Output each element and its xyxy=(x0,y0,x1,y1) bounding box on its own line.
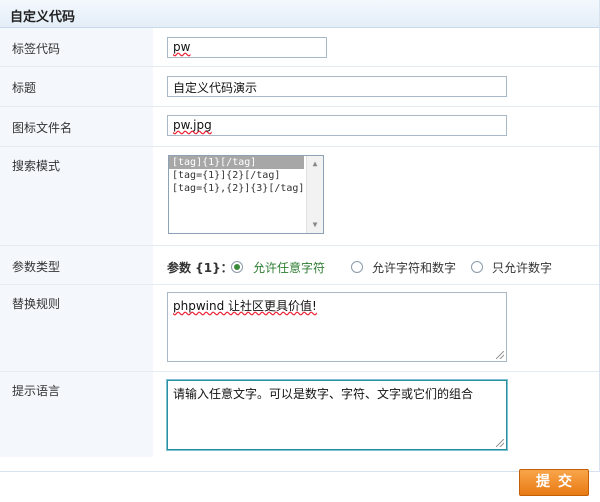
title-input[interactable]: 自定义代码演示 xyxy=(167,76,507,97)
search-mode-option[interactable]: [tag={1}]{2}[/tag] xyxy=(169,169,304,182)
replace-rule-textarea[interactable]: phpwind 让社区更具价值! xyxy=(167,292,507,362)
search-mode-label: 搜索模式 xyxy=(12,159,61,173)
search-mode-listbox[interactable]: [tag]{1}[/tag] [tag={1}]{2}[/tag] [tag={… xyxy=(168,155,324,234)
prompt-text-label: 提示语言 xyxy=(12,384,61,398)
param-type-label: 参数类型 xyxy=(12,260,61,274)
scroll-down-icon[interactable]: ▼ xyxy=(308,218,322,232)
radio-numeric-label[interactable]: 只允许数字 xyxy=(492,259,552,276)
search-mode-option[interactable]: [tag={1},{2}]{3}[/tag] xyxy=(169,182,304,195)
radio-numeric[interactable] xyxy=(471,261,483,273)
radio-alnum[interactable] xyxy=(351,261,363,273)
resize-handle-icon[interactable] xyxy=(496,439,504,447)
tag-code-label: 标签代码 xyxy=(12,42,61,56)
icon-file-label: 图标文件名 xyxy=(12,121,73,135)
panel-header: 自定义代码 xyxy=(0,0,599,28)
radio-any-char-label[interactable]: 允许任意字符 xyxy=(253,259,325,276)
replace-rule-label: 替换规则 xyxy=(12,297,61,311)
param-label: 参数 {1}： xyxy=(167,261,233,275)
page-title: 自定义代码 xyxy=(10,10,76,25)
resize-handle-icon[interactable] xyxy=(496,351,504,359)
radio-alnum-label[interactable]: 允许字符和数字 xyxy=(372,259,456,276)
submit-button[interactable]: 提交 xyxy=(519,469,589,496)
radio-any-char[interactable] xyxy=(231,261,243,273)
prompt-text-textarea[interactable]: 请输入任意文字。可以是数字、字符、文字或它们的组合 xyxy=(167,380,507,450)
tag-code-input[interactable]: pw xyxy=(167,37,327,58)
listbox-scrollbar[interactable]: ▲ ▼ xyxy=(306,156,323,233)
scroll-up-icon[interactable]: ▲ xyxy=(308,157,322,171)
search-mode-option[interactable]: [tag]{1}[/tag] xyxy=(169,156,304,169)
title-label: 标题 xyxy=(12,81,37,95)
icon-file-input[interactable]: pw.jpg xyxy=(167,115,507,136)
